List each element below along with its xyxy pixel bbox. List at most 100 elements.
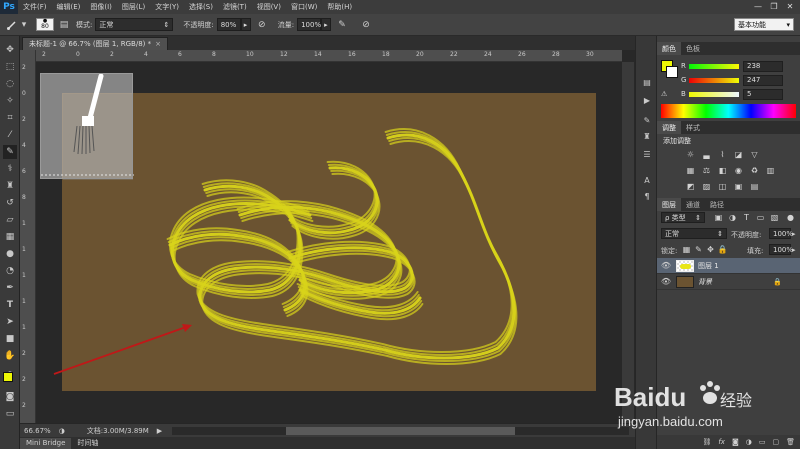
lock-pixels-icon[interactable]: ✎ (693, 244, 704, 255)
tab-paths[interactable]: 路径 (705, 198, 729, 211)
actions-panel-icon[interactable]: ▶ (641, 94, 653, 106)
layer-name[interactable]: 背景 (698, 277, 712, 287)
green-slider[interactable] (689, 77, 739, 83)
history-panel-icon[interactable]: ▤ (641, 76, 653, 88)
filter-pixel-icon[interactable]: ▣ (713, 212, 724, 223)
watermark-brand: Baidu (614, 382, 686, 412)
paragraph-panel-icon[interactable]: ¶ (641, 190, 653, 202)
layer-opacity-field[interactable]: 100% (769, 228, 793, 239)
photo-filter-icon[interactable]: ◉ (733, 165, 744, 176)
eye-icon[interactable]: 👁 (660, 277, 672, 286)
gamut-warning-icon: ⚠ (661, 90, 668, 98)
red-value[interactable]: 238 (743, 60, 783, 72)
black-white-icon[interactable]: ◧ (717, 165, 728, 176)
selective-color-icon[interactable]: ▣ (733, 181, 744, 192)
new-layer-icon[interactable]: ▢ (772, 438, 779, 446)
status-bar: 66.67% ◑ 文档:3.00M/3.89M ▶ (20, 423, 635, 437)
close-button[interactable]: ✕ (784, 2, 796, 12)
layer-filter-value: ρ 类型 (665, 213, 686, 222)
minimize-button[interactable]: — (752, 2, 764, 12)
blue-value[interactable]: 5 (743, 88, 783, 100)
dropdown-arrow-icon[interactable]: ▸ (792, 246, 796, 254)
status-arrow-icon[interactable]: ▶ (153, 427, 166, 435)
layers-footer: ⛓ fx ◙ ◑ ▭ ▢ 🗑 (657, 435, 800, 449)
chevron-down-icon: ▾ (786, 20, 790, 29)
blend-mode-value: 正常 (665, 229, 679, 238)
character-panel-icon[interactable]: A (641, 174, 653, 186)
brush-tip-preview (40, 73, 134, 180)
watermark-cn: 经验 (720, 391, 752, 410)
filter-shape-icon[interactable]: ▭ (755, 212, 766, 223)
threshold-icon[interactable]: ◫ (717, 181, 728, 192)
mask-icon[interactable]: ◙ (732, 438, 739, 446)
filter-adjust-icon[interactable]: ◑ (727, 212, 738, 223)
gradient-map-icon[interactable]: ▤ (749, 181, 760, 192)
tab-mini-bridge[interactable]: Mini Bridge (20, 437, 72, 449)
lock-label: 锁定: (661, 247, 678, 255)
blue-slider-row: ⚠ B 5 (661, 88, 796, 100)
adjustment-icon[interactable]: ◑ (746, 438, 752, 446)
lock-position-icon[interactable]: ✥ (705, 244, 716, 255)
folder-icon[interactable]: ▭ (759, 438, 766, 446)
hue-saturation-icon[interactable]: ▦ (685, 165, 696, 176)
baidu-watermark: Baidu 经验 jingyan.baidu.com (612, 376, 762, 434)
layer-thumbnail (676, 275, 694, 288)
tab-layers[interactable]: 图层 (657, 198, 681, 211)
vertical-scrollbar[interactable] (622, 62, 634, 423)
filter-toggle-icon[interactable]: ● (785, 212, 796, 223)
tab-swatches[interactable]: 色板 (681, 42, 705, 55)
zoom-level[interactable]: 66.67% (20, 427, 55, 435)
properties-panel-icon[interactable]: ☰ (641, 148, 653, 160)
color-balance-icon[interactable]: ⚖ (701, 165, 712, 176)
watermark-url: jingyan.baidu.com (617, 414, 723, 429)
tab-adjustments[interactable]: 调整 (657, 121, 681, 134)
filter-type-icon[interactable]: T (741, 212, 752, 223)
clone-source-icon[interactable]: ♜ (641, 130, 653, 142)
brightness-icon[interactable]: ☼ (685, 149, 696, 160)
color-panel-bg-swatch[interactable] (666, 66, 678, 78)
restore-button[interactable]: ❐ (768, 2, 780, 12)
brush-presets-icon[interactable]: ✎ (641, 114, 653, 126)
brush-stroke-path (196, 128, 513, 353)
link-icon[interactable]: ⛓ (702, 438, 711, 446)
layer-row[interactable]: 👁 图层 1 (657, 258, 800, 274)
dropdown-arrow-icon[interactable]: ▸ (792, 230, 796, 238)
status-menu-icon[interactable]: ◑ (55, 427, 69, 435)
layer-row[interactable]: 👁 背景 🔒 (657, 274, 800, 290)
blend-mode-select[interactable]: 正常 ⇕ (661, 228, 727, 239)
curves-icon[interactable]: ⌇ (717, 149, 728, 160)
blue-label: B (681, 90, 686, 98)
blue-slider[interactable] (689, 91, 739, 97)
exposure-icon[interactable]: ◪ (733, 149, 744, 160)
tab-color[interactable]: 颜色 (657, 42, 681, 55)
vibrance-icon[interactable]: ▽ (749, 149, 760, 160)
paw-icon (700, 381, 720, 404)
tab-styles[interactable]: 样式 (681, 121, 705, 134)
lock-all-icon[interactable]: 🔒 (717, 244, 728, 255)
brush-strokes (53, 128, 518, 375)
red-slider[interactable] (689, 63, 739, 69)
channel-mixer-icon[interactable]: ♻ (749, 165, 760, 176)
fx-icon[interactable]: fx (718, 438, 725, 446)
layer-opacity-label: 不透明度: (731, 231, 762, 239)
levels-icon[interactable]: ▃ (701, 149, 712, 160)
posterize-icon[interactable]: ▨ (701, 181, 712, 192)
horizontal-scrollbar[interactable] (172, 426, 629, 435)
color-spectrum-bar[interactable] (661, 104, 796, 118)
invert-icon[interactable]: ◩ (685, 181, 696, 192)
lock-transparent-icon[interactable]: ▦ (681, 244, 692, 255)
tab-timeline[interactable]: 时间轴 (71, 438, 104, 449)
layer-name[interactable]: 图层 1 (698, 261, 719, 271)
filter-smart-icon[interactable]: ▧ (769, 212, 780, 223)
trash-icon[interactable]: 🗑 (786, 438, 795, 446)
bottom-panel-tabs: Mini Bridge 时间轴 (20, 437, 635, 449)
tab-channels[interactable]: 通道 (681, 198, 705, 211)
fill-field[interactable]: 100% (769, 244, 793, 255)
green-value[interactable]: 247 (743, 74, 783, 86)
color-lookup-icon[interactable]: ▥ (765, 165, 776, 176)
layer-filter-select[interactable]: ρ 类型 ⇕ (661, 212, 705, 223)
green-slider-row: G 247 (681, 74, 796, 86)
green-label: G (681, 76, 687, 84)
workspace-select[interactable]: 基本功能 ▾ (734, 18, 794, 31)
eye-icon[interactable]: 👁 (660, 261, 672, 270)
